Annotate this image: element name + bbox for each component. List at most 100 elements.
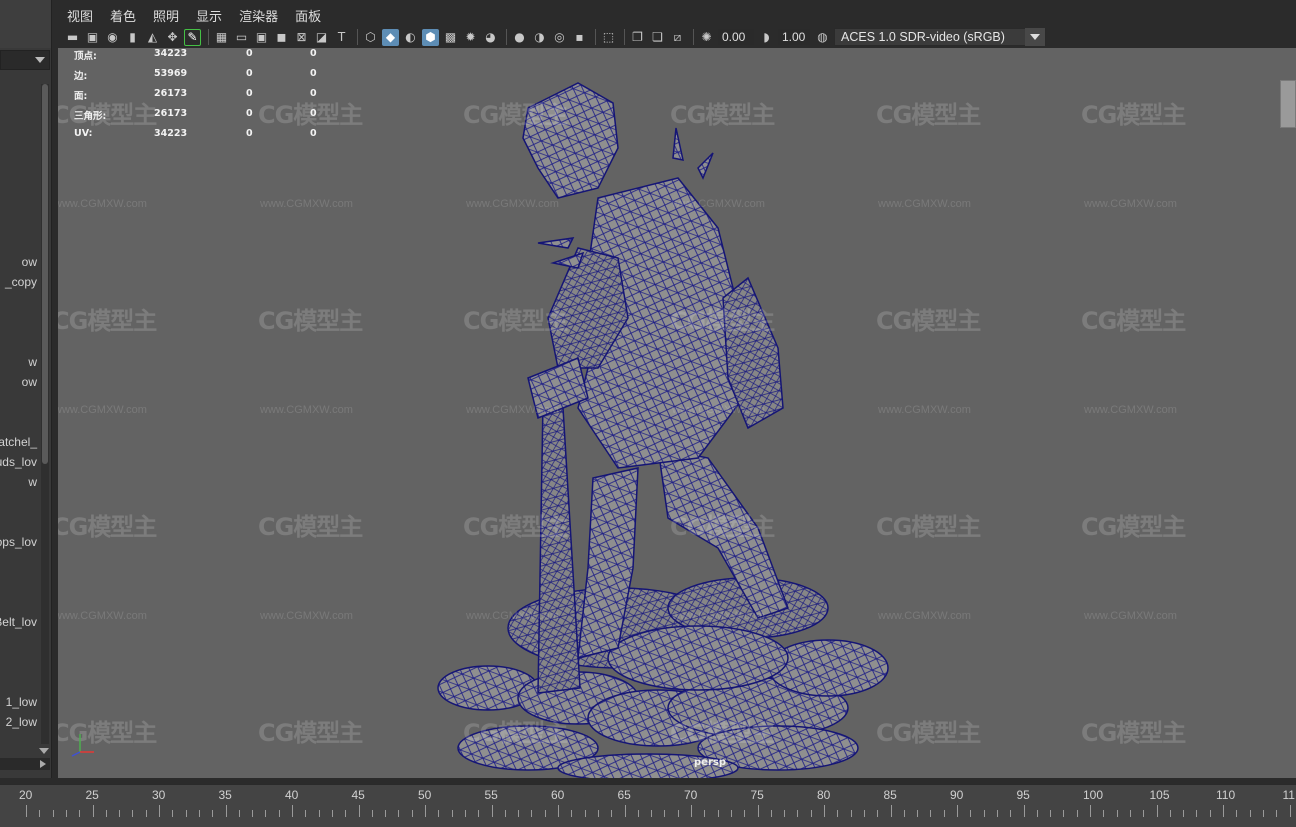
outliner-item[interactable]: w — [28, 355, 37, 369]
menu-shading[interactable]: 着色 — [110, 6, 136, 25]
outliner-item[interactable]: Belt_lov — [0, 615, 37, 629]
outliner-item[interactable]: _copy — [5, 275, 37, 289]
motion-blur-icon[interactable]: ◑ — [531, 29, 548, 46]
outliner-item[interactable]: w — [28, 475, 37, 489]
wireframe-icon[interactable]: ⬡ — [362, 29, 379, 46]
textured-icon[interactable]: ▩ — [442, 29, 459, 46]
timeline-tick — [318, 810, 320, 817]
view-transform-dropdown[interactable]: ACES 1.0 SDR-video (sRGB) — [834, 28, 1046, 46]
camera-attributes-icon[interactable]: ▣ — [84, 29, 101, 46]
depth-of-field-icon[interactable]: ▪ — [571, 29, 588, 46]
camera-icon[interactable]: ▬ — [64, 29, 81, 46]
chevron-down-icon[interactable] — [1025, 28, 1045, 46]
anti-aliasing-icon[interactable]: ◎ — [551, 29, 568, 46]
toolbar-separator — [693, 29, 694, 45]
menu-view[interactable]: 视图 — [67, 6, 93, 25]
grease-pencil-icon[interactable]: ✎ — [184, 28, 201, 46]
outliner-item[interactable]: 2_low — [6, 715, 37, 729]
outliner-item[interactable]: uds_lov — [0, 455, 37, 469]
watermark-url: www.CGMXW.com — [878, 610, 971, 622]
hud-label: 面: — [74, 91, 88, 102]
xray-joints-icon[interactable]: ⧄ — [669, 29, 686, 46]
hud-value: 0 — [246, 88, 253, 99]
outliner-horizontal-scrollbar[interactable] — [0, 758, 50, 770]
timeline-tick — [1103, 810, 1105, 817]
timeline-tick — [1183, 810, 1185, 817]
2d-pan-zoom-icon[interactable]: ✥ — [164, 29, 181, 46]
xray-icon[interactable]: ❐ — [629, 29, 646, 46]
hud-value: 0 — [310, 48, 317, 59]
timeline-tick — [119, 810, 121, 817]
timeline-tick — [464, 810, 466, 817]
timeline-tick — [890, 805, 892, 817]
film-gate-icon[interactable]: ▭ — [233, 29, 250, 46]
outliner-item[interactable]: atchel_ — [0, 435, 37, 449]
timeline-tick — [504, 810, 506, 817]
menu-show[interactable]: 显示 — [196, 6, 222, 25]
resolution-gate-icon[interactable]: ▣ — [253, 29, 270, 46]
timeline-tick — [132, 810, 134, 817]
menu-lighting[interactable]: 照明 — [153, 6, 179, 25]
timeline-tick — [238, 810, 240, 817]
viewport-persp[interactable]: CG模型主 CG模型主 CG模型主 CG模型主 CG模型主 CG模型主 CG模型… — [58, 48, 1296, 778]
safe-title-icon[interactable]: T — [333, 29, 350, 46]
watermark-logo: CG模型主 — [463, 307, 568, 335]
toolbar-separator — [357, 29, 358, 45]
timeline-tick — [1036, 810, 1038, 817]
hud-value: 0 — [246, 68, 253, 79]
timeline-tick — [385, 810, 387, 817]
gamma-field[interactable]: 1.00 — [778, 29, 810, 45]
exposure-icon[interactable]: ✺ — [698, 29, 715, 46]
menu-panels[interactable]: 面板 — [295, 6, 321, 25]
outliner-filter-dropdown[interactable] — [0, 50, 50, 70]
timeline-tick — [1129, 810, 1131, 817]
watermark-logo: CG模型主 — [670, 307, 775, 335]
image-plane-icon[interactable]: ◭ — [144, 29, 161, 46]
hud-value: 0 — [246, 48, 253, 59]
menu-renderer[interactable]: 渲染器 — [239, 6, 278, 25]
view-transform-icon[interactable]: ◍ — [814, 29, 831, 46]
lights-icon[interactable]: ✹ — [462, 29, 479, 46]
safe-action-icon[interactable]: ◪ — [313, 29, 330, 46]
outliner-item[interactable]: ops_lov — [0, 535, 37, 549]
smooth-shade-icon[interactable]: ◆ — [382, 28, 399, 46]
timeline-tick — [664, 810, 666, 817]
timeline-tick-label: 100 — [1083, 788, 1104, 802]
panel-menubar: 视图 着色 照明 显示 渲染器 面板 — [58, 4, 1296, 26]
watermark-logo: CG模型主 — [670, 513, 775, 541]
outliner-scrollbar[interactable] — [41, 84, 49, 744]
viewcube[interactable] — [1280, 80, 1296, 128]
timeline-tick — [292, 805, 293, 817]
ambient-occlusion-icon[interactable]: ● — [511, 29, 528, 46]
outliner-item[interactable]: ow — [22, 375, 37, 389]
shadows-icon[interactable]: ◕ — [482, 29, 499, 46]
outliner-header — [0, 0, 51, 48]
time-slider[interactable]: 20 25 30 35 40 45 50 55 60 65 70 75 80 85 90 95 100 105 11… — [0, 784, 1296, 827]
default-material-icon[interactable]: ◐ — [402, 29, 419, 46]
scrollbar-thumb[interactable] — [42, 84, 48, 464]
scroll-right-icon[interactable] — [40, 760, 46, 768]
hud-value: 0 — [246, 108, 253, 119]
exposure-field[interactable]: 0.00 — [718, 29, 754, 45]
scroll-down-icon[interactable] — [39, 748, 49, 754]
timeline-tick — [837, 810, 839, 817]
grid-icon[interactable]: ▦ — [213, 29, 230, 46]
outliner-item[interactable]: ow — [22, 255, 37, 269]
hud-value: 26173 — [154, 108, 188, 119]
hud-label: 顶点: — [74, 51, 97, 62]
xray-active-icon[interactable]: ❏ — [649, 29, 666, 46]
isolate-select-icon[interactable]: ⬚ — [600, 29, 617, 46]
bookmarks-icon[interactable]: ◉ — [104, 29, 121, 46]
timeline-tick — [39, 810, 41, 817]
timeline-tick-label: 65 — [617, 788, 631, 802]
gamma-icon[interactable]: ◗ — [758, 29, 775, 46]
gate-mask-icon[interactable]: ◼ — [273, 29, 290, 46]
wireframe-on-shaded-icon[interactable]: ⬢ — [422, 28, 439, 46]
timeline-tick — [544, 810, 546, 817]
watermark-url: www.CGMXW.com — [466, 198, 559, 210]
timeline-tick — [198, 810, 200, 817]
bookmark-icon[interactable]: ▮ — [124, 29, 141, 46]
timeline-tick — [438, 810, 440, 817]
field-chart-icon[interactable]: ⊠ — [293, 29, 310, 46]
outliner-item[interactable]: 1_low — [6, 695, 37, 709]
